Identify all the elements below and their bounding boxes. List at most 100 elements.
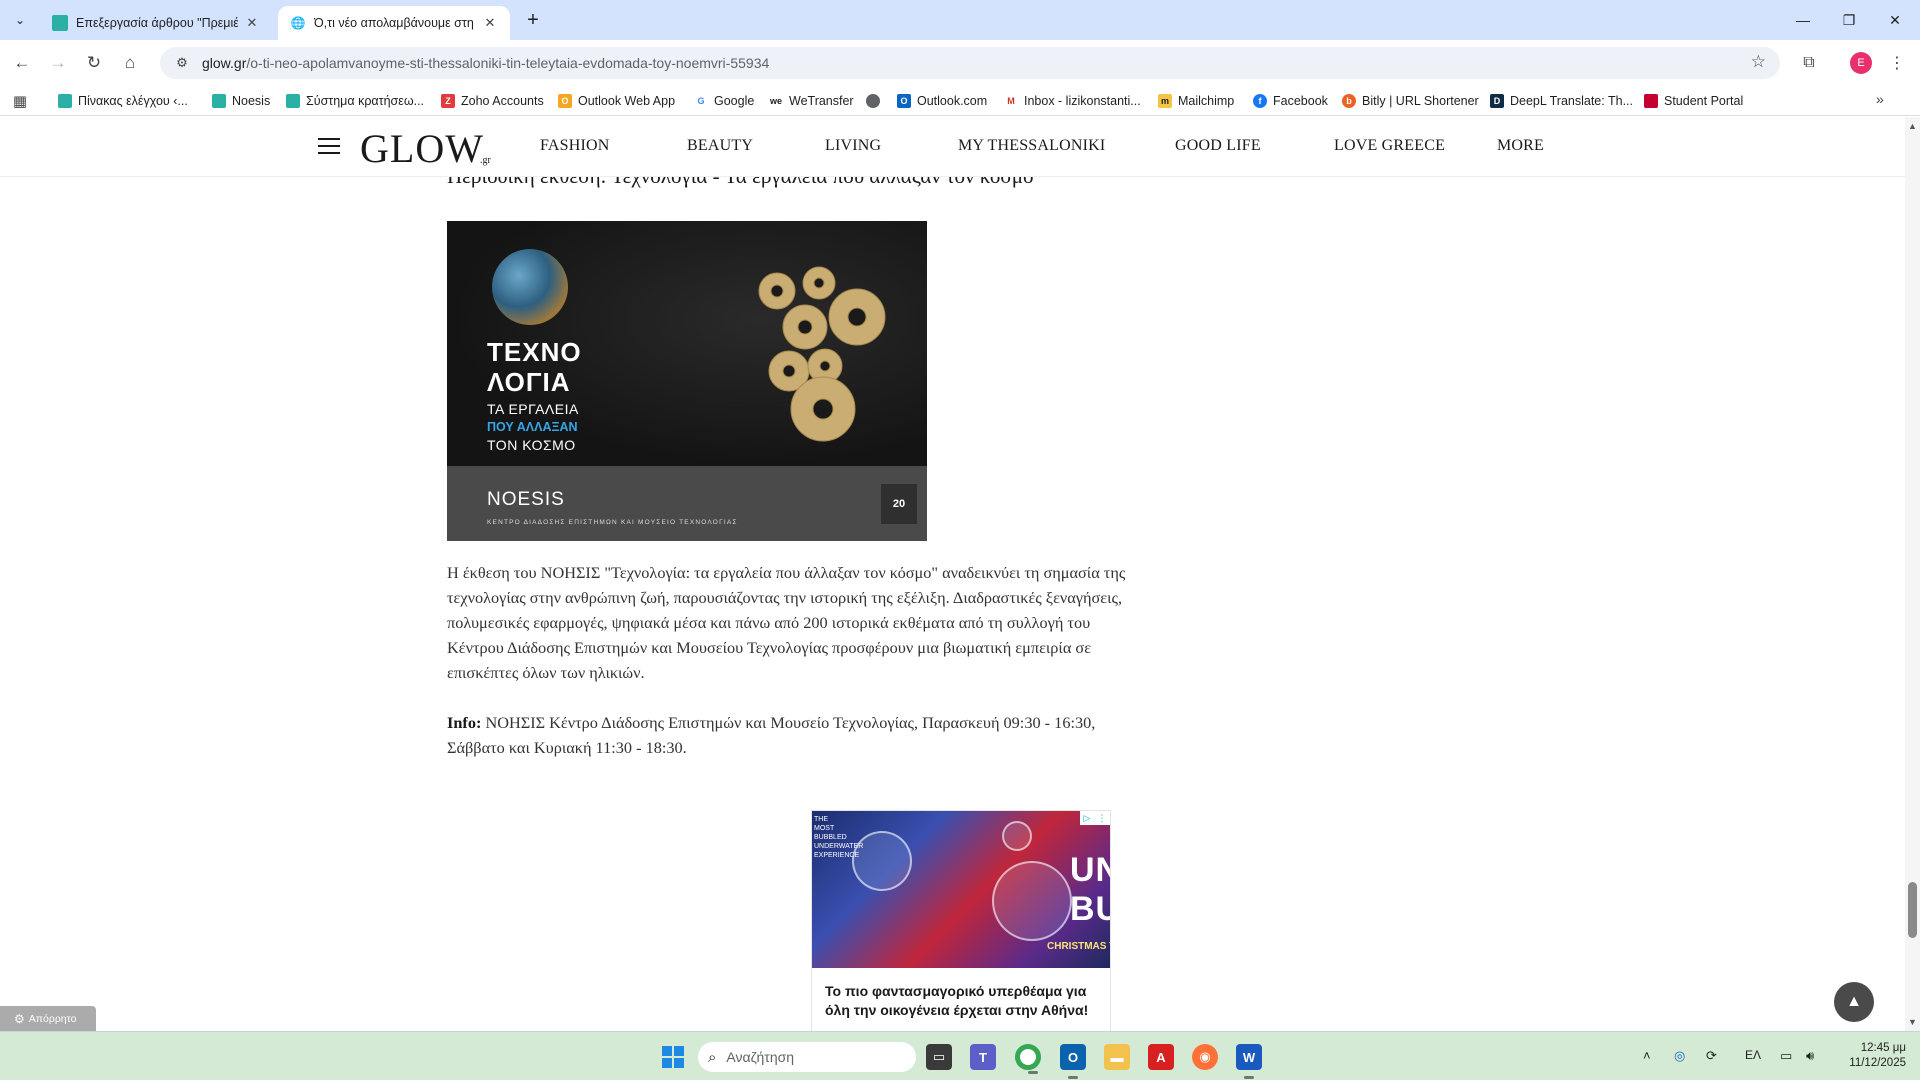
sync-icon[interactable]: ⟳ <box>1706 1048 1717 1064</box>
tray-app-icon[interactable]: ◎ <box>1674 1048 1685 1064</box>
close-icon[interactable]: ✕ <box>244 15 260 31</box>
poster-title-line: ΤΕΧΝΟ <box>487 337 582 367</box>
minimize-button[interactable]: — <box>1780 0 1826 40</box>
bookmark-item[interactable]: Noesis <box>212 91 270 111</box>
system-clock[interactable]: 12:45 μμ 11/12/2025 <box>1836 1041 1906 1071</box>
info-text: ΝΟΗΣΙΣ Κέντρο Διάδοσης Επιστημών και Μου… <box>447 713 1096 757</box>
bookmark-item[interactable]: Σύστημα κρατήσεω... <box>286 91 424 111</box>
bookmark-item[interactable]: O Outlook.com <box>897 91 987 111</box>
language-indicator[interactable]: ΕΛ <box>1745 1048 1761 1062</box>
poster-title-line: ΛΟΓΙΑ <box>487 367 571 397</box>
bookmark-item[interactable]: G Google <box>694 91 754 111</box>
ad-side-text: THE MOST BUBBLED UNDERWATER EXPERIENCE <box>814 816 864 859</box>
scrollbar-thumb[interactable] <box>1908 882 1917 938</box>
globe-gears-icon <box>492 249 568 325</box>
gmail-icon: M <box>1004 94 1018 108</box>
nav-more[interactable]: MORE <box>1497 137 1544 155</box>
back-to-top-button[interactable]: ▲ <box>1834 982 1874 1022</box>
taskbar-search[interactable]: ⌕ Αναζήτηση <box>698 1042 916 1072</box>
tab-search-button[interactable]: ⌄ <box>8 8 32 32</box>
bookmark-item[interactable]: O Outlook Web App <box>558 91 675 111</box>
bookmark-icon <box>212 94 226 108</box>
home-button[interactable]: ⌂ <box>116 49 144 77</box>
adchoices-icon[interactable]: ▷ ⋮ <box>1080 811 1110 825</box>
bookmark-item[interactable]: m Mailchimp <box>1158 91 1234 111</box>
new-tab-button[interactable]: + <box>520 8 546 32</box>
bookmark-item[interactable] <box>866 91 886 111</box>
nav-beauty[interactable]: BEAUTY <box>687 137 753 155</box>
volume-icon[interactable]: 🔊︎ <box>1806 1048 1814 1064</box>
site-favicon-icon <box>52 15 68 31</box>
bookmark-item[interactable]: Z Zoho Accounts <box>441 91 544 111</box>
restore-button[interactable]: ❐ <box>1826 0 1872 40</box>
tab-glow-article[interactable]: 🌐 Ό,τι νέο απολαμβάνουμε στη Θ ✕ <box>278 6 510 40</box>
acrobat-icon[interactable]: A <box>1148 1044 1174 1070</box>
anniversary-badge: 20 <box>881 484 917 524</box>
page-scrollbar[interactable]: ▲ ▼ <box>1905 117 1920 1031</box>
zoho-icon: Z <box>441 94 455 108</box>
advertisement[interactable]: THE MOST BUBBLED UNDERWATER EXPERIENCE U… <box>811 810 1111 1031</box>
bookmark-icon <box>58 94 72 108</box>
search-icon: ⌕ <box>708 1048 717 1066</box>
extensions-icon[interactable]: ⧉ <box>1796 50 1822 76</box>
menu-kebab-icon[interactable]: ⋮ <box>1884 50 1910 76</box>
bookmark-item[interactable]: Πίνακας ελέγχου ‹... <box>58 91 188 111</box>
bookmark-icon <box>286 94 300 108</box>
address-bar[interactable]: ⚙ glow.gr/o-ti-neo-apolamvanoyme-sti-the… <box>160 47 1780 79</box>
bookmark-item[interactable]: M Inbox - lizikonstanti... <box>1004 91 1141 111</box>
network-icon[interactable]: ▭ <box>1780 1048 1792 1064</box>
nav-living[interactable]: LIVING <box>825 137 881 155</box>
url-text[interactable]: glow.gr/o-ti-neo-apolamvanoyme-sti-thess… <box>202 55 769 71</box>
scroll-up-icon[interactable]: ▲ <box>1908 121 1917 131</box>
nav-good-life[interactable]: GOOD LIFE <box>1175 137 1261 155</box>
tab-strip: ⌄ Επεξεργασία άρθρου "Πρεμιέρ ✕ 🌐 Ό,τι ν… <box>0 0 1920 40</box>
student-portal-icon <box>1644 94 1658 108</box>
info-label: Info: <box>447 713 482 732</box>
file-explorer-icon[interactable]: ▬ <box>1104 1044 1130 1070</box>
google-icon: G <box>694 94 708 108</box>
bookmarks-overflow-icon[interactable]: » <box>1876 91 1884 107</box>
bookmark-item[interactable]: D DeepL Translate: Th... <box>1490 91 1633 111</box>
tab-title: Επεξεργασία άρθρου "Πρεμιέρ <box>76 16 238 30</box>
wetransfer-icon: we <box>769 94 783 108</box>
tray-overflow-icon[interactable]: ˄ <box>1643 1048 1651 1063</box>
bookmarks-bar: ▦ Πίνακας ελέγχου ‹... Noesis Σύστημα κρ… <box>0 86 1920 116</box>
privacy-settings-button[interactable]: ⚙ Απόρρητο <box>0 1006 96 1031</box>
ad-image[interactable]: THE MOST BUBBLED UNDERWATER EXPERIENCE U… <box>812 811 1110 968</box>
ad-big-text: UNI BUB <box>1070 851 1110 928</box>
hamburger-menu-icon[interactable] <box>318 138 340 154</box>
nav-my-thessaloniki[interactable]: MY THESSALONIKI <box>958 137 1105 155</box>
ad-caption[interactable]: Το πιο φαντασμαγορικό υπερθέαμα για όλη … <box>825 982 1100 1020</box>
scroll-down-icon[interactable]: ▼ <box>1908 1017 1917 1027</box>
bookmark-star-icon[interactable]: ☆ <box>1751 52 1766 72</box>
deepl-icon: D <box>1490 94 1504 108</box>
apps-grid-icon[interactable]: ▦ <box>10 91 30 111</box>
windows-start-icon[interactable] <box>662 1046 684 1068</box>
bookmark-item[interactable]: f Facebook <box>1253 91 1328 111</box>
site-logo[interactable]: GLOW.gr <box>360 125 495 172</box>
tab-title: Ό,τι νέο απολαμβάνουμε στη Θ <box>314 16 476 30</box>
poster-subtitle-line: ΤΟΝ ΚΟΣΜΟ <box>487 437 576 453</box>
page-viewport: GLOW.gr FASHION BEAUTY LIVING MY THESSAL… <box>0 117 1905 1031</box>
profile-avatar[interactable]: E <box>1850 52 1872 74</box>
tab-edit-article[interactable]: Επεξεργασία άρθρου "Πρεμιέρ ✕ <box>40 6 272 40</box>
site-info-icon[interactable]: ⚙ <box>170 55 194 71</box>
teams-icon[interactable]: T <box>970 1044 996 1070</box>
bookmark-item[interactable]: Student Portal <box>1644 91 1743 111</box>
task-view-icon[interactable]: ▭ <box>926 1044 952 1070</box>
chrome-icon[interactable] <box>1015 1044 1041 1074</box>
firefox-icon[interactable]: ◉ <box>1192 1044 1218 1070</box>
close-icon[interactable]: ✕ <box>482 15 498 31</box>
bookmark-item[interactable]: b Bitly | URL Shortener <box>1342 91 1479 111</box>
word-icon[interactable]: W <box>1236 1044 1262 1079</box>
window-close-button[interactable]: ✕ <box>1872 0 1918 40</box>
back-button[interactable]: ← <box>8 49 36 77</box>
nav-fashion[interactable]: FASHION <box>540 137 610 155</box>
globe-icon: 🌐 <box>290 16 306 30</box>
article-paragraph: Η έκθεση του ΝΟΗΣΙΣ "Τεχνολογία: τα εργα… <box>447 563 1126 682</box>
bookmark-item[interactable]: we WeTransfer <box>769 91 854 111</box>
nav-love-greece[interactable]: LOVE GREECE <box>1334 137 1445 155</box>
outlook-icon[interactable]: O <box>1060 1044 1086 1079</box>
reload-button[interactable]: ↻ <box>80 49 108 77</box>
forward-button[interactable]: → <box>44 49 72 77</box>
